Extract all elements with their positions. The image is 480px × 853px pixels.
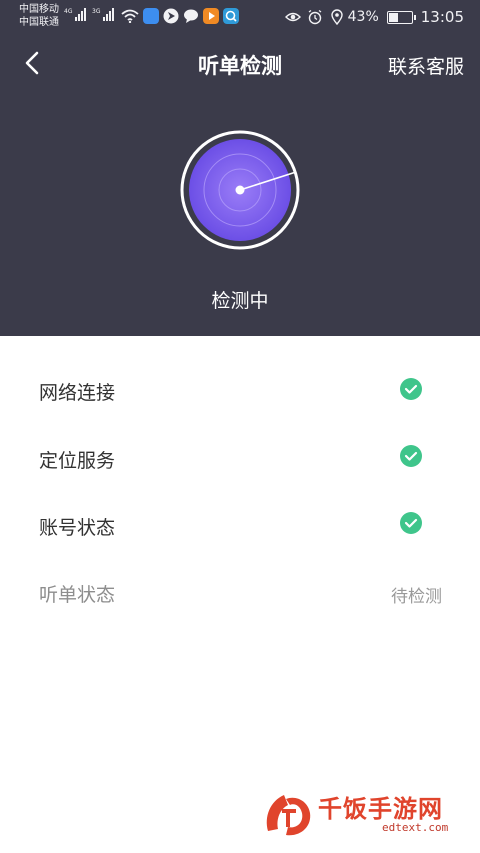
battery-level xyxy=(388,12,398,22)
list-item-location: 定位服务 xyxy=(0,424,480,492)
search-app-icon xyxy=(223,8,239,24)
status-bar: 中国移动 中国联通 4G 3G 43% 13:05 xyxy=(0,0,480,34)
signal-sim1-icon: 4G xyxy=(64,8,87,21)
location-icon xyxy=(330,9,343,25)
detection-status: 检测中 xyxy=(211,290,269,312)
video-app-icon xyxy=(203,8,219,24)
sim1-network-label: 4G xyxy=(64,8,73,15)
battery-percent: 43% xyxy=(347,9,379,25)
watermark: 千饭手游网 edtext.com xyxy=(260,785,468,845)
watermark-text: 千饭手游网 xyxy=(318,795,443,823)
header-panel: 中国移动 中国联通 4G 3G 43% 13:05 听单检测 联系客服 检测中 xyxy=(0,0,480,336)
carrier-names: 中国移动 中国联通 xyxy=(19,3,59,29)
list-item-account: 账号状态 xyxy=(0,491,480,559)
app-notification-icon xyxy=(143,8,159,24)
clock: 13:05 xyxy=(420,8,464,26)
watermark-logo-icon xyxy=(266,795,311,836)
eye-comfort-icon xyxy=(284,12,301,22)
check-circle-icon xyxy=(400,378,422,400)
location-arrow-icon xyxy=(163,8,179,24)
sim2-network-label: 3G xyxy=(92,8,101,15)
radar-scan-icon xyxy=(180,130,300,250)
contact-support-button[interactable]: 联系客服 xyxy=(388,52,464,79)
pending-status: 待检测 xyxy=(391,587,442,607)
battery-icon xyxy=(386,10,416,24)
check-circle-icon xyxy=(400,445,422,467)
check-circle-icon xyxy=(400,512,422,534)
check-label: 听单状态 xyxy=(39,584,116,606)
message-bubble-icon xyxy=(184,9,198,23)
signal-sim2-icon: 3G xyxy=(92,8,115,21)
wifi-icon xyxy=(121,9,139,23)
alarm-icon xyxy=(308,9,322,25)
watermark-url: edtext.com xyxy=(382,821,449,834)
list-item-network: 网络连接 xyxy=(0,356,480,424)
carrier-2: 中国联通 xyxy=(19,17,59,28)
status-right: 43% 13:05 xyxy=(279,8,464,26)
check-label: 网络连接 xyxy=(39,382,116,404)
check-label: 账号状态 xyxy=(39,517,116,539)
carrier-1: 中国移动 xyxy=(19,4,59,15)
list-item-order-status: 听单状态 待检测 xyxy=(0,558,480,626)
check-label: 定位服务 xyxy=(39,450,116,472)
